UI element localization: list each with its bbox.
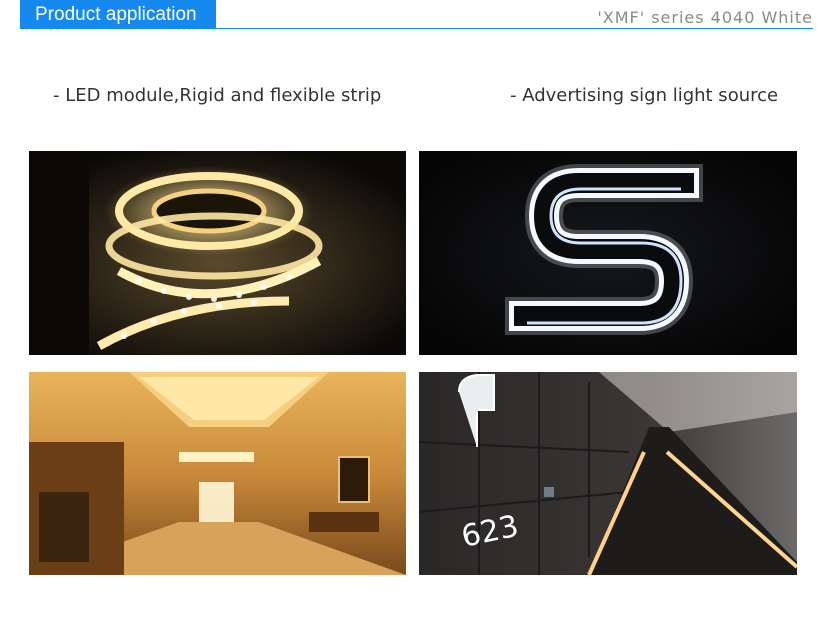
hotel-lobby-photo bbox=[29, 372, 406, 575]
hallway-photo: 623 bbox=[419, 372, 797, 575]
led-strip-reel-photo bbox=[29, 151, 406, 355]
channel-letter-photo bbox=[419, 151, 797, 355]
section-title-tab: Product application bbox=[20, 0, 216, 29]
product-application-page: Product application 'XMF' series 4040 Wh… bbox=[0, 0, 830, 634]
application-item-advertising-sign: - Advertising sign light source bbox=[510, 85, 779, 106]
header-divider bbox=[20, 28, 813, 29]
series-label: 'XMF' series 4040 White bbox=[597, 8, 813, 27]
application-item-led-module: - LED module,Rigid and flexible strip bbox=[53, 85, 382, 106]
